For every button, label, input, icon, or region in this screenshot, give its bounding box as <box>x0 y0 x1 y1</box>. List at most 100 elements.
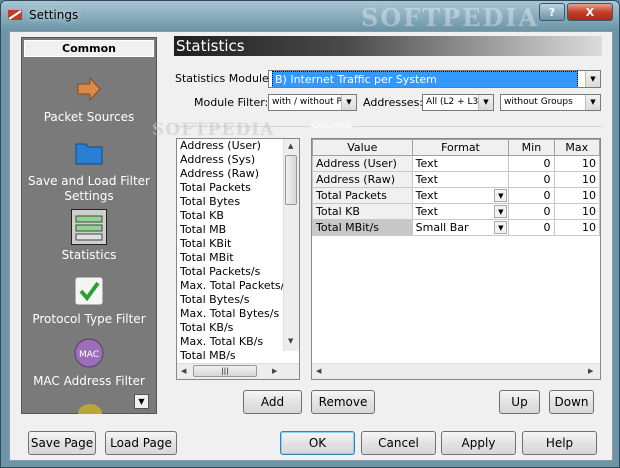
add-button[interactable]: Add <box>243 390 302 414</box>
value-cell[interactable]: Total Packets <box>312 187 413 204</box>
column-header[interactable]: Min <box>508 139 555 156</box>
sidebar-item-statistics[interactable]: Statistics <box>22 209 156 263</box>
title-bar: Settings SOFTPEDIA ? X <box>1 1 619 32</box>
format-cell[interactable]: Text ▼ <box>411 203 510 220</box>
scroll-left-icon[interactable]: ◀ <box>316 367 321 375</box>
app-icon <box>8 10 22 20</box>
down-button[interactable]: Down <box>549 390 594 414</box>
scroll-right-icon[interactable]: ▶ <box>272 367 277 375</box>
list-item[interactable]: Total KBit <box>177 237 299 251</box>
watermark: SOFTPEDIA <box>361 3 540 32</box>
sidebar-item-packet-sources[interactable]: Packet Sources <box>22 72 156 125</box>
check-icon <box>74 276 104 306</box>
column-header[interactable]: Format <box>411 139 510 156</box>
format-value: Text <box>415 189 438 202</box>
scroll-up-icon[interactable]: ▲ <box>288 142 293 150</box>
min-cell[interactable]: 0 <box>508 155 555 172</box>
table-row[interactable]: Address (Raw) Text 0 10 <box>312 171 600 188</box>
max-cell[interactable]: 10 <box>553 171 600 188</box>
min-cell[interactable]: 0 <box>508 187 555 204</box>
module-select[interactable]: B) Internet Traffic per System ▼ <box>268 70 601 88</box>
help-title-button[interactable]: ? <box>539 3 565 21</box>
list-vertical-scrollbar[interactable]: ▲ ▼ <box>283 139 299 351</box>
list-item[interactable]: Total MBit <box>177 251 299 265</box>
list-horizontal-scrollbar[interactable]: ◀ ||| ▶ <box>177 363 299 379</box>
table-row[interactable]: Total Packets Text ▼ 0 10 <box>312 187 600 204</box>
value-cell[interactable]: Total KB <box>312 203 413 220</box>
module-filter-select[interactable]: with / without Pro ▼ <box>268 94 357 111</box>
column-header[interactable]: Max <box>553 139 600 156</box>
list-item[interactable]: Total Bytes/s <box>177 293 299 307</box>
scroll-left-icon[interactable]: ◀ <box>181 367 186 375</box>
scroll-right-icon[interactable]: ▶ <box>588 367 593 375</box>
sidebar-item-label: Packet Sources <box>43 110 135 124</box>
min-cell[interactable]: 0 <box>508 171 555 188</box>
min-cell[interactable]: 0 <box>508 203 555 220</box>
apply-button[interactable]: Apply <box>441 431 516 455</box>
list-item[interactable]: Address (Sys) <box>177 153 299 167</box>
client-area: Common Packet Sources Save and Load Filt… <box>9 31 613 461</box>
sidebar-item-protocol-filter[interactable]: Protocol Type Filter <box>22 274 156 327</box>
max-cell[interactable]: 10 <box>553 203 600 220</box>
remove-button[interactable]: Remove <box>311 390 375 414</box>
close-button[interactable]: X <box>567 3 613 21</box>
columns-grid[interactable]: Value Format Min Max Address (User) Text 0… <box>311 138 601 380</box>
chevron-down-icon: ▼ <box>341 95 356 110</box>
min-cell[interactable]: 0 <box>508 219 555 236</box>
list-item[interactable]: Max. Total KB/s <box>177 335 299 349</box>
groups-select[interactable]: without Groups ▼ <box>500 94 601 111</box>
list-item[interactable]: Total MB/s <box>177 349 299 363</box>
value-cell[interactable]: Address (User) <box>312 155 413 172</box>
list-item[interactable]: Total Packets/s <box>177 265 299 279</box>
scroll-down-icon[interactable]: ▼ <box>288 337 293 345</box>
format-value: Text <box>415 205 438 218</box>
format-cell[interactable]: Text ▼ <box>411 187 510 204</box>
help-button[interactable]: Help <box>522 431 597 455</box>
up-button[interactable]: Up <box>499 390 540 414</box>
format-cell[interactable]: Small Bar ▼ <box>411 219 510 236</box>
format-cell[interactable]: Text <box>411 155 510 172</box>
list-item[interactable]: Total MB <box>177 223 299 237</box>
table-row[interactable]: Total MBit/s Small Bar ▼ 0 10 <box>312 219 600 236</box>
chevron-down-icon[interactable]: ▼ <box>494 221 508 234</box>
sidebar-item-label: Protocol Type Filter <box>32 312 146 326</box>
table-row[interactable]: Total KB Text ▼ 0 10 <box>312 203 600 220</box>
ok-button[interactable]: OK <box>280 431 355 455</box>
column-header[interactable]: Value <box>312 139 413 156</box>
list-item[interactable]: Total Bytes <box>177 195 299 209</box>
list-item[interactable]: Total KB <box>177 209 299 223</box>
list-item[interactable]: Total Packets <box>177 181 299 195</box>
cancel-button[interactable]: Cancel <box>361 431 436 455</box>
format-value: Small Bar <box>415 221 469 234</box>
save-page-button[interactable]: Save Page <box>28 431 96 455</box>
list-item[interactable]: Total KB/s <box>177 321 299 335</box>
value-cell[interactable]: Address (Raw) <box>312 171 413 188</box>
scroll-thumb[interactable] <box>285 155 297 205</box>
load-page-button[interactable]: Load Page <box>105 431 177 455</box>
format-cell[interactable]: Text <box>411 171 510 188</box>
chevron-down-icon: ▼ <box>585 71 600 87</box>
list-item[interactable]: Address (Raw) <box>177 167 299 181</box>
sidebar-scroll-down-button[interactable]: ▼ <box>134 394 149 409</box>
sidebar-item-label: Save and Load Filter Settings <box>28 174 150 203</box>
chevron-down-icon[interactable]: ▼ <box>494 205 508 218</box>
chevron-down-icon[interactable]: ▼ <box>494 189 508 202</box>
sidebar-item-mac-filter[interactable]: MAC MAC Address Filter <box>22 336 156 389</box>
sidebar-item-save-load[interactable]: Save and Load Filter Settings <box>22 136 156 204</box>
max-cell[interactable]: 10 <box>553 219 600 236</box>
table-row[interactable]: Address (User) Text 0 10 <box>312 155 600 172</box>
statistics-icon <box>71 209 107 245</box>
list-item[interactable]: Max. Total Bytes/s <box>177 307 299 321</box>
scroll-thumb[interactable]: ||| <box>193 365 257 377</box>
grid-horizontal-scrollbar[interactable]: ◀ ▶ <box>312 363 600 379</box>
mac-icon: MAC <box>74 338 104 368</box>
value-cell[interactable]: Total MBit/s <box>312 219 413 236</box>
available-columns-list[interactable]: Address (User) Address (Sys) Address (Raw)… <box>176 138 300 380</box>
folder-icon <box>75 143 103 165</box>
max-cell[interactable]: 10 <box>553 187 600 204</box>
addresses-value: All (L2 + L3) <box>426 97 482 107</box>
addresses-select[interactable]: All (L2 + L3) ▼ <box>422 94 494 111</box>
list-item[interactable]: Max. Total Packets/s <box>177 279 299 293</box>
max-cell[interactable]: 10 <box>553 155 600 172</box>
list-item[interactable]: Address (User) <box>177 139 299 153</box>
